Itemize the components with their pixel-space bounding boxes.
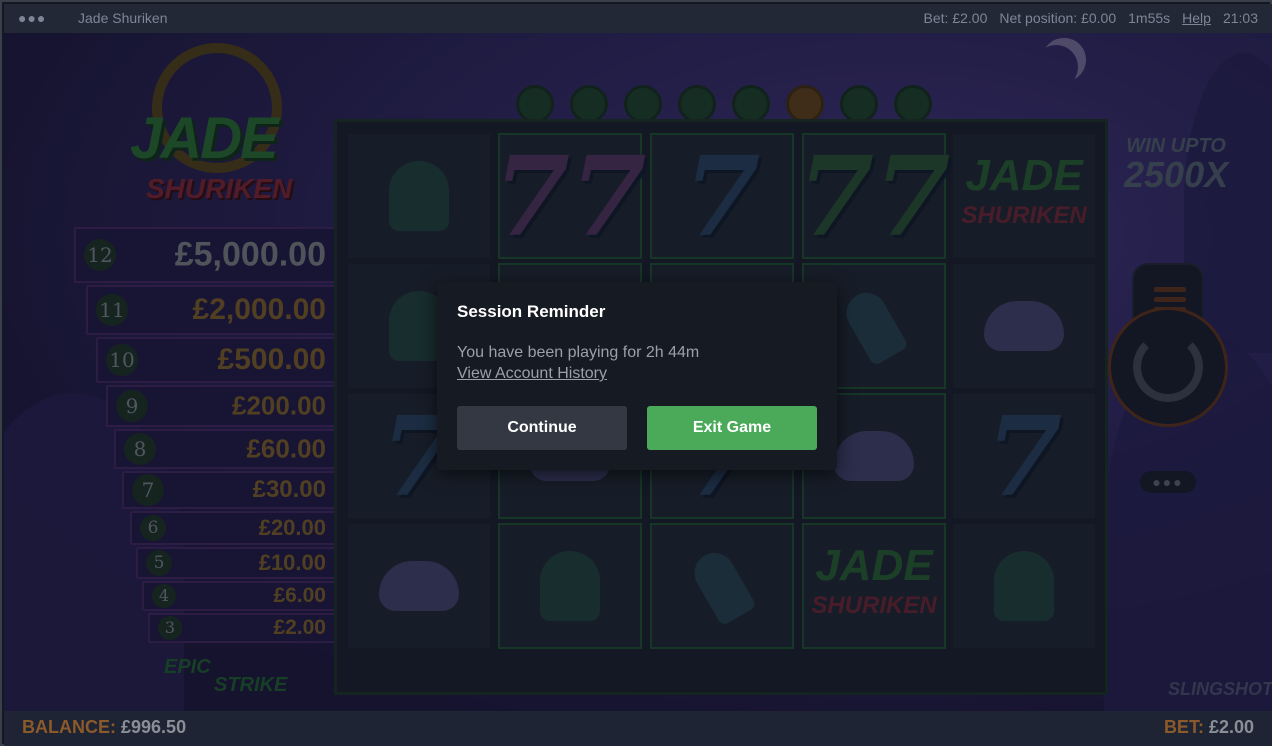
session-info: Bet: £2.00 Net position: £0.00 1m55s Hel… bbox=[924, 10, 1258, 26]
balance-label: BALANCE: bbox=[22, 717, 116, 737]
session-reminder-dialog: Session Reminder You have been playing f… bbox=[437, 282, 837, 470]
dialog-message: You have been playing for 2h 44m bbox=[457, 344, 700, 361]
more-dots-icon[interactable]: ●●● bbox=[18, 10, 46, 26]
view-account-history-link[interactable]: View Account History bbox=[457, 365, 607, 383]
net-position: Net position: £0.00 bbox=[999, 10, 1117, 26]
balance-display: BALANCE: £996.50 bbox=[22, 717, 186, 738]
session-timer: 1m55s bbox=[1128, 10, 1171, 26]
help-link[interactable]: Help bbox=[1182, 10, 1211, 26]
balance-value: £996.50 bbox=[121, 717, 187, 737]
continue-button[interactable]: Continue bbox=[457, 406, 627, 450]
exit-game-button[interactable]: Exit Game bbox=[647, 406, 817, 450]
bet-display: Bet: £2.00 bbox=[923, 10, 988, 26]
bet-label: BET: bbox=[1163, 717, 1204, 737]
bet-value: £2.00 bbox=[1208, 717, 1254, 737]
game-title: Jade Shuriken bbox=[78, 10, 168, 26]
dialog-title: Session Reminder bbox=[457, 302, 606, 321]
game-window: ●●● Jade Shuriken Bet: £2.00 Net positio… bbox=[0, 0, 1272, 746]
bottom-bar: BALANCE: £996.50 BET: £2.00 bbox=[4, 711, 1272, 746]
top-bar: ●●● Jade Shuriken Bet: £2.00 Net positio… bbox=[4, 4, 1272, 33]
bet-display-bottom: BET: £2.00 bbox=[1164, 717, 1254, 738]
clock: 21:03 bbox=[1222, 10, 1258, 26]
